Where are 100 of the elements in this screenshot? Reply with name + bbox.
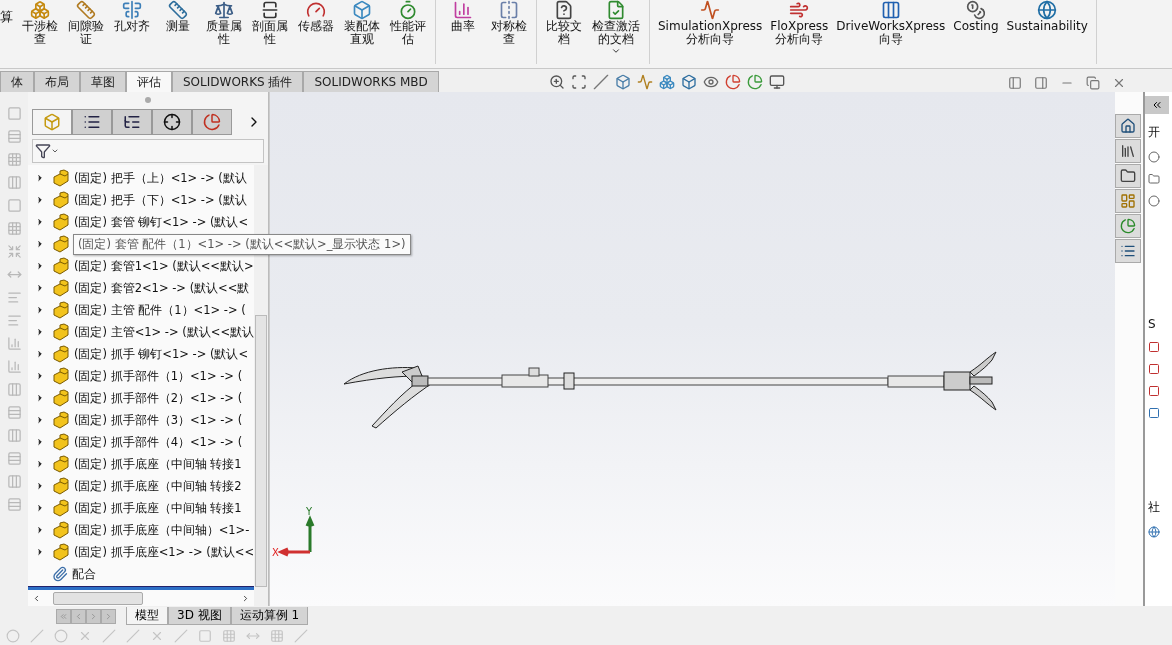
properties-tab[interactable] [1115,239,1141,263]
circle-icon[interactable] [1148,195,1160,207]
expand-arrow-icon[interactable] [35,371,45,381]
toolbar-icon[interactable] [6,290,22,305]
close-icon[interactable] [1112,76,1126,90]
circle-icon[interactable] [1148,151,1160,163]
expand-arrow-icon[interactable] [35,459,45,469]
tree-item-label[interactable]: (固定) 套管1<1> (默认<<默认> [74,258,254,274]
toolbar-icon[interactable] [6,129,22,144]
scroll-left-icon[interactable] [32,593,41,603]
toolbar-icon[interactable] [6,451,22,466]
collapse-button[interactable] [1145,96,1169,114]
ribbon-button[interactable]: 曲率 [442,0,484,33]
ribbon-button[interactable]: DriveWorksXpress 向导 [834,0,948,46]
expand-arrow-icon[interactable] [35,327,45,337]
scrollbar-thumb[interactable] [53,591,143,605]
property-tab[interactable] [72,109,112,135]
zoom-icon[interactable] [548,74,565,90]
next-button[interactable] [86,608,101,624]
command-tab[interactable]: 体 [0,71,34,92]
tree-item-label[interactable]: (固定) 抓手底座（中间轴 转接1 [74,456,242,472]
expand-arrow-icon[interactable] [35,503,45,513]
panel-right-icon[interactable] [1034,76,1048,90]
eye-icon[interactable] [702,74,719,90]
command-tab[interactable]: SOLIDWORKS MBD [303,71,439,92]
square-icon[interactable] [1148,385,1160,397]
expand-arrow-icon[interactable] [35,261,45,271]
expand-arrow-icon[interactable] [35,195,45,205]
explorer-tab[interactable] [1115,164,1141,188]
filter-field[interactable] [32,139,264,163]
tree-item-label[interactable]: (固定) 主管 配件（1）<1> -> ( [74,302,246,318]
toolbar-icon[interactable] [6,152,22,167]
ribbon-button[interactable]: SimulationXpress 分析向导 [656,0,765,46]
expand-arrow-icon[interactable] [35,415,45,425]
toolbar-icon[interactable] [6,382,22,397]
tree-item-label[interactable]: (固定) 套管 铆钉<1> -> (默认< [74,214,249,230]
splitter-handle[interactable] [145,97,151,103]
toolbar-icon[interactable] [6,428,22,443]
expand-arrow-icon[interactable] [35,173,45,183]
ribbon-button[interactable]: 间隙验证 [65,0,107,46]
dimension-tab[interactable] [152,109,192,135]
panel-left-icon[interactable] [1008,76,1022,90]
palette-tab[interactable] [1115,189,1141,213]
monitor-icon[interactable] [768,74,785,90]
expand-arrow-icon[interactable] [35,547,45,557]
ribbon-button[interactable]: Sustainability [1004,0,1090,33]
caret-icon[interactable] [611,46,621,56]
ribbon-button[interactable]: 质量属性 [203,0,245,46]
first-button[interactable] [56,608,71,624]
square-icon[interactable] [1148,407,1160,419]
ribbon-button[interactable]: 性能评估 [387,0,429,46]
command-tab[interactable]: 草图 [80,71,126,92]
ribbon-button[interactable]: Costing [951,0,1001,33]
restore-icon[interactable] [1086,76,1100,90]
home-tab[interactable] [1115,114,1141,138]
expand-arrow-icon[interactable] [35,305,45,315]
tree-item-label[interactable]: (固定) 主管<1> -> (默认<<默认 [74,324,255,340]
tree-item-label[interactable]: (固定) 抓手部件（1）<1> -> ( [74,368,243,384]
toolbar-icon[interactable] [6,313,22,328]
command-tab[interactable]: 评估 [126,71,172,92]
expand-arrow-icon[interactable] [35,217,45,227]
ribbon-button[interactable]: 剖面属性 [249,0,291,46]
ribbon-button[interactable]: 干涉检查 [19,0,61,46]
ribbon-button[interactable]: 传感器 [295,0,337,33]
expand-arrow-icon[interactable] [35,481,45,491]
display-tab[interactable] [192,109,232,135]
expand-arrow-icon[interactable] [35,525,45,535]
configuration-tab[interactable] [112,109,152,135]
library-tab[interactable] [1115,139,1141,163]
ribbon-button[interactable]: 比较文档 [543,0,585,46]
scrollbar-thumb[interactable] [255,315,267,587]
ribbon-button[interactable]: 孔对齐 [111,0,153,33]
tree-item-label[interactable]: 配合 [72,566,96,582]
ribbon-button[interactable]: FloXpress 分析向导 [768,0,831,46]
expand-arrow-icon[interactable] [35,239,45,249]
tree-item-label[interactable]: (固定) 抓手底座（中间轴）<1>- [74,522,250,538]
view-tab[interactable]: 运动算例 1 [230,607,309,625]
tree-item-label[interactable]: (固定) 抓手部件（2）<1> -> ( [74,390,243,406]
tree-item-label[interactable]: (固定) 抓手底座（中间轴 转接1 [74,500,242,516]
command-tab[interactable]: SOLIDWORKS 插件 [172,71,304,92]
ribbon-button[interactable]: 装配体直观 [341,0,383,46]
tree-item-label[interactable]: (固定) 把手（下）<1> -> (默认 [74,192,247,208]
square-icon[interactable] [1148,341,1160,353]
toolbar-icon[interactable] [6,175,22,190]
tree-item-label[interactable]: (固定) 抓手底座<1> -> (默认<< [74,544,255,560]
view-tab[interactable]: 3D 视图 [168,607,231,625]
tree-item-label[interactable]: (固定) 抓手部件（4）<1> -> ( [74,434,243,450]
tree-item-label[interactable]: (固定) 抓手底座（中间轴 转接2 [74,478,242,494]
expand-arrow-icon[interactable] [35,349,45,359]
toolbar-icon[interactable] [6,405,22,420]
globe-icon[interactable] [1148,526,1160,538]
appearance-tab[interactable] [1115,214,1141,238]
ribbon-button[interactable]: 对称检查 [488,0,530,46]
ribbon-button[interactable]: 检查激活的文档 [589,0,643,56]
last-button[interactable] [101,608,116,624]
tree-item-label[interactable]: (固定) 把手（上）<1> -> (默认 [74,170,247,186]
zoom-area-icon[interactable] [570,74,587,90]
folder-icon[interactable] [1148,173,1160,185]
toolbar-icon[interactable] [6,474,22,489]
toolbar-icon[interactable] [6,497,22,512]
